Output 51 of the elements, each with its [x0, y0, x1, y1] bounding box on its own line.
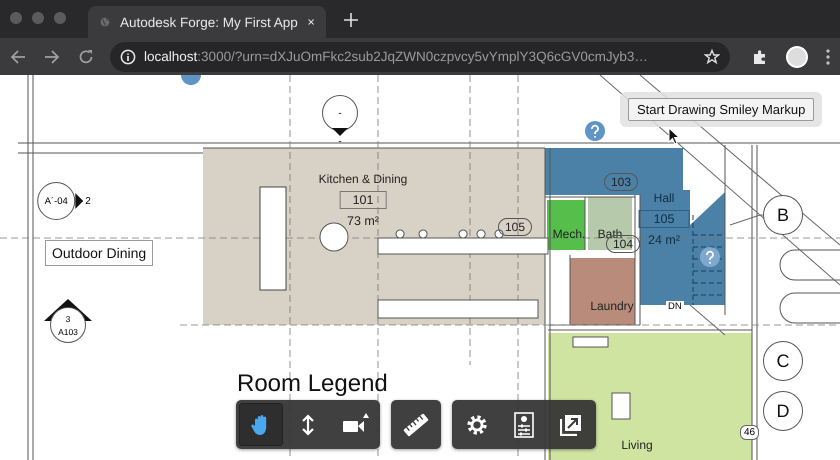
- forward-arrow-icon[interactable]: [44, 48, 60, 64]
- back-arrow-icon[interactable]: [10, 48, 26, 64]
- window-zoom-dot[interactable]: [54, 12, 66, 24]
- menu-icon[interactable]: [826, 48, 830, 64]
- level-tag: 46: [740, 425, 760, 440]
- triangle-icon: [332, 128, 348, 136]
- reload-icon[interactable]: [78, 48, 94, 64]
- info-icon[interactable]: [120, 48, 136, 64]
- room-name: Hall: [654, 191, 674, 205]
- browser-tab[interactable]: Autodesk Forge: My First App: [88, 6, 326, 38]
- help-marker-icon[interactable]: [700, 247, 720, 267]
- elevation-bubble: A´-04: [37, 182, 76, 220]
- room-number: 105: [638, 210, 690, 228]
- room-fill[interactable]: [588, 197, 632, 250]
- grid-bubble: C: [763, 341, 803, 381]
- grid-bubble: D: [763, 391, 803, 431]
- help-marker-icon[interactable]: [181, 75, 201, 85]
- pointer-icon: [668, 127, 680, 145]
- star-icon[interactable]: [704, 48, 720, 64]
- markup-button[interactable]: Start Drawing Smiley Markup: [628, 98, 814, 121]
- window-close-dot[interactable]: [10, 12, 22, 24]
- door-tag: 103: [604, 173, 638, 191]
- help-marker-icon[interactable]: [585, 121, 605, 141]
- close-icon[interactable]: [308, 17, 314, 27]
- door-tag: 105: [498, 218, 532, 236]
- room-name: Laundry: [590, 299, 634, 313]
- room-area-label: 73 m²: [347, 214, 379, 228]
- area-label: Outdoor Dining: [45, 240, 154, 266]
- legend-title: Room Legend: [237, 370, 388, 398]
- address-bar[interactable]: localhost:3000/?urn=dXJuOmFkc2sub2JqZWN0czpvcy5vYmplY3Q6cGV0cmJyb3…: [110, 42, 730, 72]
- window-minimize-dot[interactable]: [32, 12, 44, 24]
- grid-bubble: B: [763, 195, 803, 235]
- triangle-icon: [75, 193, 84, 209]
- room-name: Mech.: [552, 227, 586, 241]
- room-fill[interactable]: [547, 200, 585, 250]
- callout-bubble: -: [322, 95, 358, 131]
- section-bubble: 3 A103: [50, 307, 86, 343]
- room-name: Kitchen & Dining: [318, 172, 408, 186]
- stair-label: DN: [666, 301, 684, 312]
- room-number: 101: [340, 191, 386, 209]
- pan-tool-button[interactable]: [239, 403, 283, 446]
- gear-icon: [466, 414, 488, 436]
- callout-sheet: -: [338, 136, 342, 147]
- expand-icon: [560, 414, 582, 436]
- room-name: Living: [621, 438, 653, 452]
- avatar-icon[interactable]: [786, 46, 808, 68]
- elevation-number: 2: [85, 196, 91, 206]
- room-area-label: 24 m²: [648, 233, 680, 247]
- tab-title: Autodesk Forge: My First App: [120, 14, 298, 30]
- new-tab-icon[interactable]: [344, 13, 358, 27]
- properties-panel-icon: [514, 412, 534, 438]
